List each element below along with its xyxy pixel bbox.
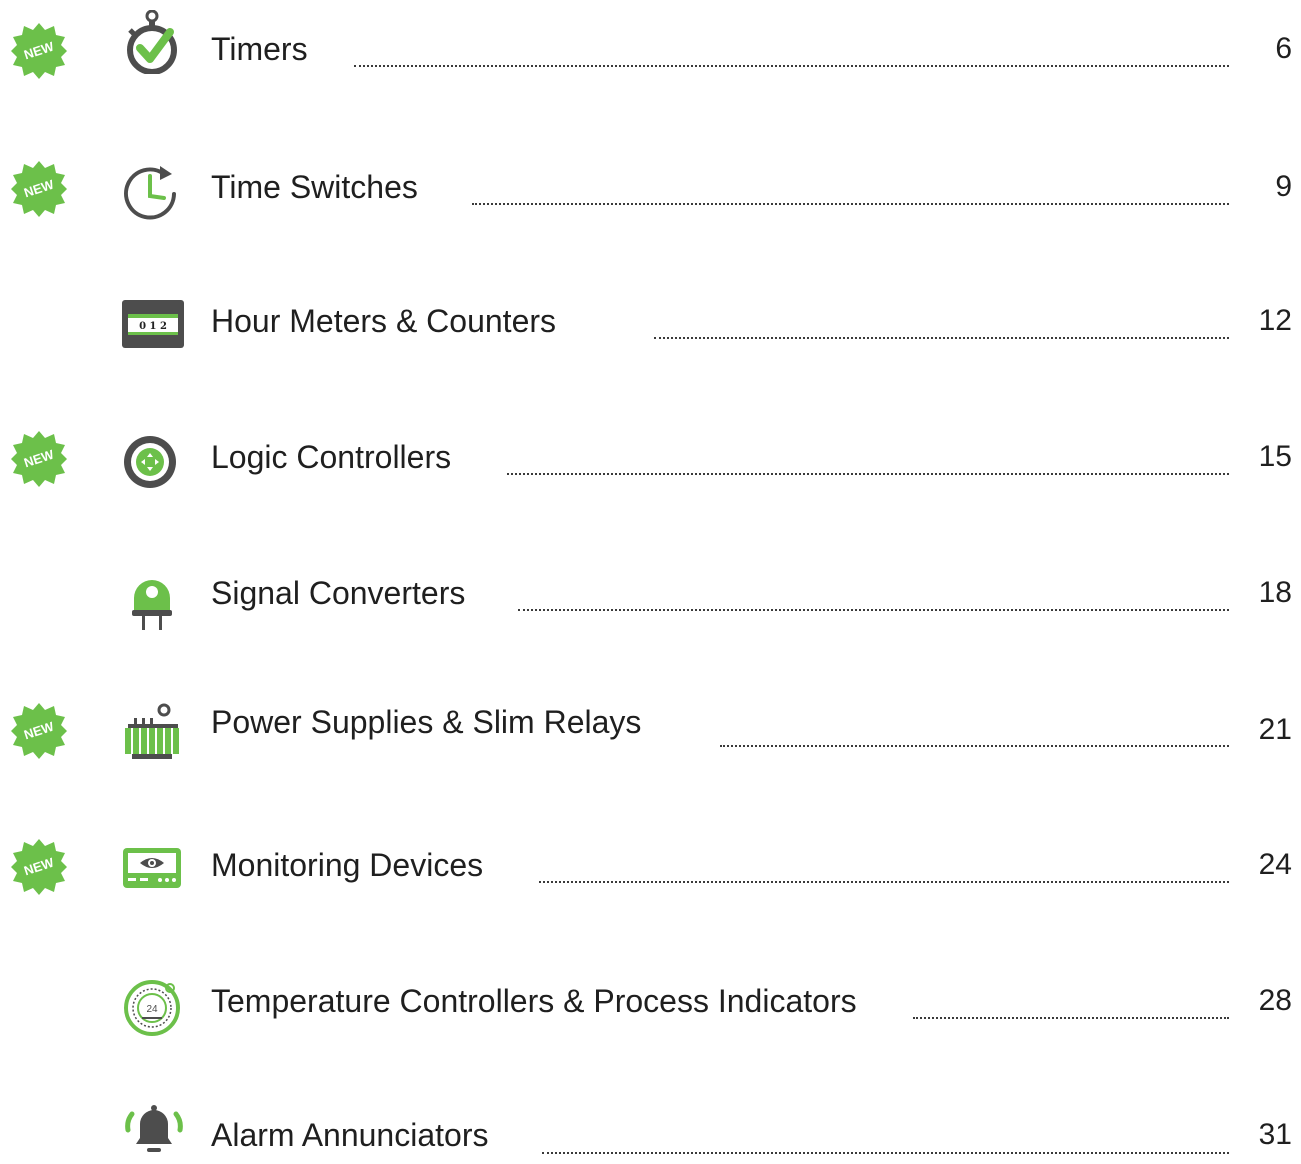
dot-leader (654, 337, 1229, 339)
svg-text:24: 24 (146, 1004, 158, 1015)
toc-entry-title: Logic Controllers (211, 439, 452, 475)
toc-entry-title: Time Switches (211, 169, 418, 205)
toc-entry-title: Monitoring Devices (211, 847, 484, 883)
toc-entry-title: Timers (211, 31, 308, 67)
toc-page-number: 6 (1275, 32, 1292, 65)
new-badge-icon: NEW (11, 839, 67, 895)
toc-entry-logic-controllers[interactable]: NEW Logic Controllers 15 (0, 418, 1301, 498)
toc-entry-title: Hour Meters & Counters (211, 303, 557, 339)
new-badge-icon: NEW (11, 23, 67, 79)
dot-leader (518, 609, 1229, 611)
controller-dial-icon (124, 436, 176, 488)
new-badge-icon: NEW (11, 703, 67, 759)
toc-entry-temperature-controllers[interactable]: 24 Temperature Controllers & Process Ind… (0, 962, 1301, 1042)
toc-entry-title: Signal Converters (211, 575, 466, 611)
stopwatch-check-icon (127, 10, 177, 74)
toc-page-number: 12 (1258, 304, 1292, 337)
toc-page-number: 21 (1258, 713, 1292, 746)
table-of-contents: NEW Timers 6 NEW Time Switches 9 0 1 2 H… (0, 0, 1301, 1164)
dot-leader (720, 745, 1229, 747)
svg-text:0 1 2: 0 1 2 (139, 321, 167, 332)
dot-leader (539, 881, 1229, 883)
toc-page-number: 18 (1258, 576, 1292, 609)
toc-entry-hour-meters-counters[interactable]: 0 1 2 Hour Meters & Counters 12 (0, 282, 1301, 362)
counter-display-icon: 0 1 2 (122, 300, 184, 348)
toc-entry-monitoring-devices[interactable]: NEW Monitoring Devices 24 (0, 826, 1301, 906)
toc-page-number: 9 (1275, 170, 1292, 203)
toc-entry-alarm-annunciators[interactable]: Alarm Annunciators 31 (0, 1084, 1301, 1164)
clock-refresh-icon (124, 166, 176, 220)
toc-entry-time-switches[interactable]: NEW Time Switches 9 (0, 148, 1301, 228)
dot-leader (472, 203, 1229, 205)
toc-entry-title: Alarm Annunciators (211, 1117, 489, 1153)
toc-entry-title: Power Supplies & Slim Relays (211, 704, 642, 740)
monitor-eye-icon (123, 848, 181, 888)
toc-page-number: 24 (1258, 848, 1292, 881)
signal-plug-icon (132, 580, 172, 630)
toc-page-number: 31 (1258, 1118, 1292, 1151)
temperature-gauge-icon: 24 (124, 980, 180, 1036)
new-badge-icon: NEW (11, 431, 67, 487)
alarm-bell-icon (125, 1105, 183, 1152)
toc-entry-title: Temperature Controllers & Process Indica… (211, 983, 857, 1019)
dot-leader (913, 1017, 1229, 1019)
dot-leader (542, 1152, 1229, 1154)
toc-page-number: 15 (1258, 440, 1292, 473)
new-badge-icon: NEW (11, 161, 67, 217)
toc-entry-signal-converters[interactable]: Signal Converters 18 (0, 554, 1301, 634)
dot-leader (354, 65, 1229, 67)
toc-page-number: 28 (1258, 984, 1292, 1017)
toc-entry-power-supplies-slim-relays[interactable]: NEW Power Supplies & Slim Relays 21 (0, 690, 1301, 770)
power-transformer-icon (125, 703, 179, 759)
toc-entry-timers[interactable]: NEW Timers 6 (0, 10, 1301, 90)
dot-leader (507, 473, 1229, 475)
